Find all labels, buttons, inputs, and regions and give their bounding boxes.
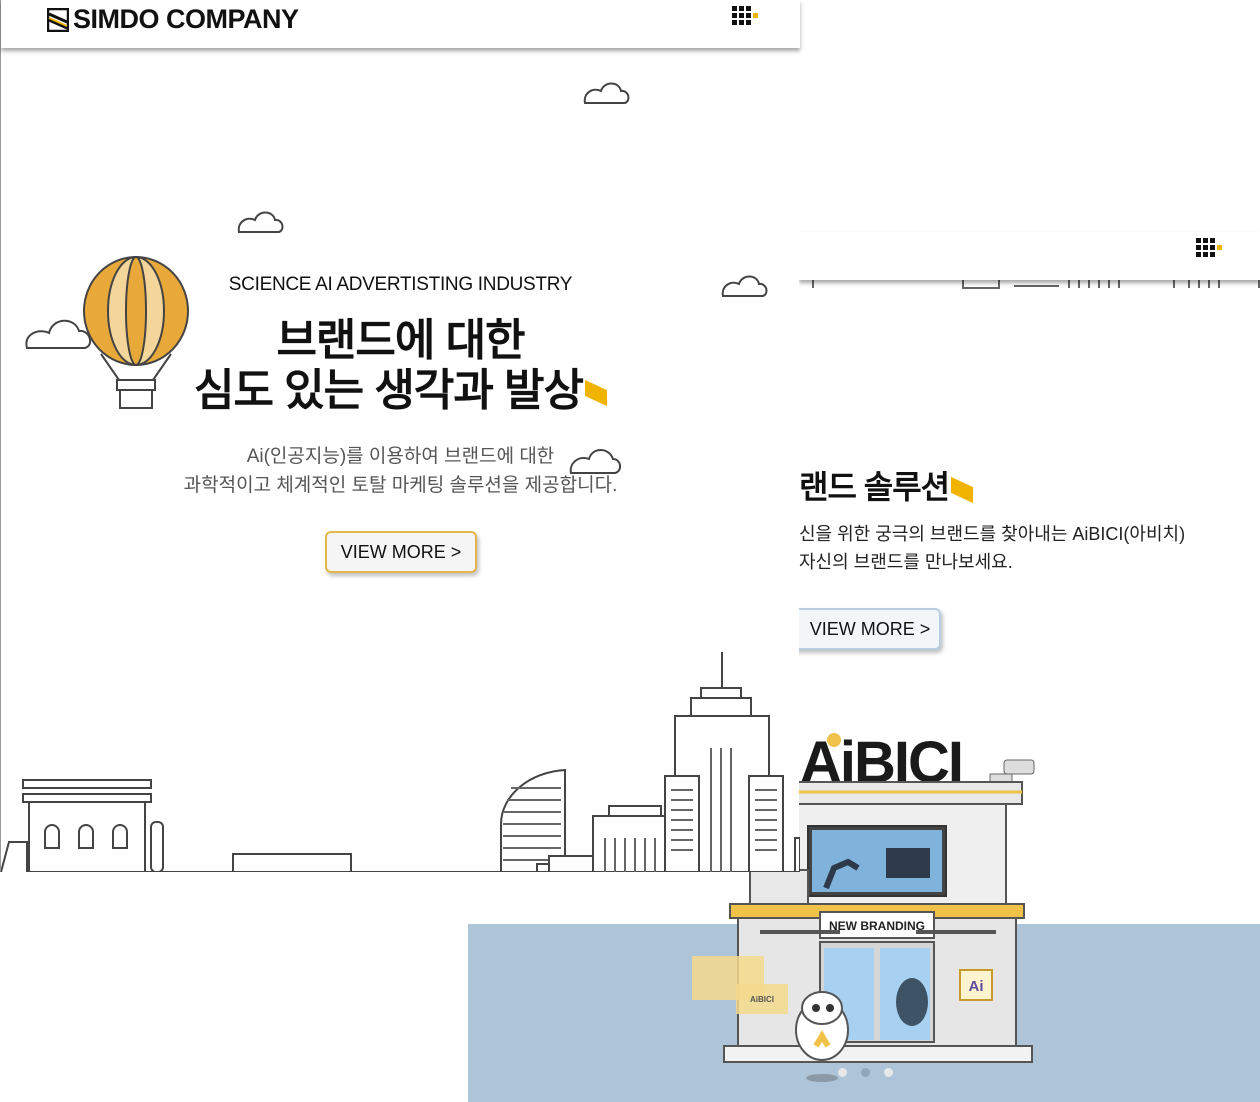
logo-text: SIMDO COMPANY <box>73 4 299 34</box>
description-line: 신을 위한 궁극의 브랜드를 찾아내는 AiBICI(아비치) <box>799 524 1186 544</box>
top-header: SIMDO COMPANY <box>1 0 800 48</box>
section-title: 랜드 솔루션 <box>799 462 974 508</box>
robot-silhouette-icon <box>896 978 928 1026</box>
section-description: 신을 위한 궁극의 브랜드를 찾아내는 AiBICI(아비치) 자신의 브랜드를… <box>799 520 1185 576</box>
slider-dot[interactable] <box>884 1068 893 1077</box>
subtext-line: Ai(인공지능)를 이용하여 브랜드에 대한 <box>246 446 555 467</box>
low-building-icon <box>232 853 352 872</box>
right-skyline-icon <box>500 652 800 872</box>
simdo-home-panel: SIMDO COMPANY SCIENCE AI ADVERTISTING IN… <box>0 0 800 872</box>
screen-panel-icon <box>886 848 930 878</box>
subtext-line: 과학적이고 체계적인 토탈 마케팅 솔루션을 제공합니다. <box>183 475 618 496</box>
view-more-button[interactable]: VIEW MORE > <box>789 608 941 650</box>
slider-dot[interactable] <box>838 1068 847 1077</box>
store-banner: NEW BRANDING <box>829 919 925 933</box>
grid-menu-icon[interactable] <box>1196 238 1222 257</box>
view-more-button[interactable]: VIEW MORE > <box>325 531 477 573</box>
panel2-header <box>799 232 1260 280</box>
accent-mark-icon <box>951 476 974 503</box>
headline-line: 심도 있는 생각과 발상 <box>1 366 800 416</box>
slider-dots <box>838 1068 893 1077</box>
hero-headline: 브랜드에 대한 심도 있는 생각과 발상 <box>1 316 800 416</box>
slider-dot-active[interactable] <box>861 1068 870 1077</box>
company-logo[interactable]: SIMDO COMPANY <box>47 4 299 35</box>
poster-text: AiBICI <box>750 995 774 1004</box>
accent-mark-icon <box>585 380 607 407</box>
simdo-logo-icon <box>47 7 69 32</box>
headline-line: 브랜드에 대한 <box>276 316 525 365</box>
ai-badge-text: Ai <box>969 978 984 995</box>
left-building-icon <box>1 779 164 872</box>
hero-subtext: Ai(인공지능)를 이용하여 브랜드에 대한 과학적이고 체계적인 토탈 마케팅… <box>1 442 800 500</box>
grid-menu-icon[interactable] <box>732 6 758 25</box>
description-line: 자신의 브랜드를 만나보세요. <box>799 552 1013 572</box>
kicker-text: SCIENCE AI ADVERTISTING INDUSTRY <box>228 274 573 295</box>
sign-dot-icon <box>827 733 841 747</box>
